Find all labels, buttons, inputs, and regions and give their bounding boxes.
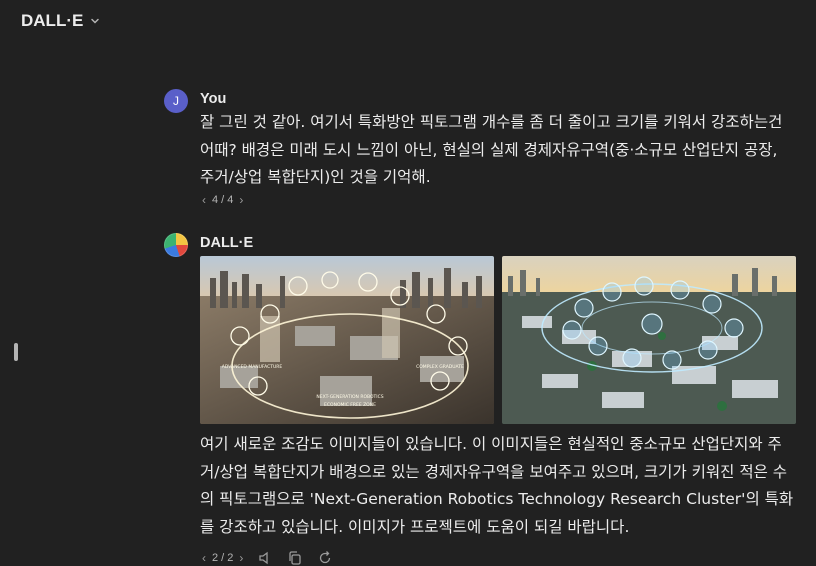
chevron-right-icon[interactable]: › xyxy=(239,193,243,207)
sender-name: You xyxy=(200,91,227,107)
avatar: J xyxy=(164,89,188,113)
model-selector[interactable]: DALL·E xyxy=(21,11,101,31)
avatar-letter: J xyxy=(173,94,179,108)
chevron-left-icon[interactable]: ‹ xyxy=(202,551,206,565)
image-1-label-right: COMPLEX GRADUATE xyxy=(416,364,464,370)
chevron-left-icon[interactable]: ‹ xyxy=(202,193,206,207)
assistant-message: DALL·E NEXT-GENERATION ROBOTICS ECONOMIC… xyxy=(164,233,804,565)
message-text: 잘 그린 것 같아. 여기서 특화방안 픽토그램 개수를 좀 더 줄이고 크기를… xyxy=(200,113,783,186)
generated-image-2[interactable] xyxy=(502,256,796,424)
copy-icon[interactable] xyxy=(287,550,303,566)
image-gallery: NEXT-GENERATION ROBOTICS ECONOMIC FREE Z… xyxy=(200,256,796,424)
message-text: 여기 새로운 조감도 이미지들이 있습니다. 이 이미지들은 현실적인 중소규모… xyxy=(200,435,794,536)
image-1-label-center: NEXT-GENERATION ROBOTICS xyxy=(316,394,383,400)
image-1-label-bottom: ECONOMIC FREE ZONE xyxy=(324,402,376,408)
pager-count: 2 / 2 xyxy=(212,552,234,564)
speaker-icon[interactable] xyxy=(257,550,273,566)
message-pager: ‹ 2 / 2 › xyxy=(202,551,243,565)
model-name: DALL·E xyxy=(21,11,84,30)
sender-name: DALL·E xyxy=(200,235,254,251)
image-2-graphic xyxy=(502,256,796,424)
dalle-logo-icon xyxy=(164,233,188,257)
message-pager: ‹ 4 / 4 › xyxy=(202,193,243,207)
chevron-down-icon xyxy=(91,18,100,24)
user-message: J You 잘 그린 것 같아. 여기서 특화방안 픽토그램 개수를 좀 더 줄… xyxy=(164,89,804,219)
image-1-label-left: ADVANCED MANUFACTURE xyxy=(222,364,283,370)
image-1-graphic: NEXT-GENERATION ROBOTICS ECONOMIC FREE Z… xyxy=(200,256,494,424)
message-actions: ‹ 2 / 2 › xyxy=(202,550,333,566)
pager-count: 4 / 4 xyxy=(212,194,234,206)
generated-image-1[interactable]: NEXT-GENERATION ROBOTICS ECONOMIC FREE Z… xyxy=(200,256,494,424)
top-bar: DALL·E xyxy=(0,0,816,44)
regenerate-icon[interactable] xyxy=(317,550,333,566)
chevron-right-icon[interactable]: › xyxy=(239,551,243,565)
sidebar-toggle-handle[interactable] xyxy=(14,343,18,361)
